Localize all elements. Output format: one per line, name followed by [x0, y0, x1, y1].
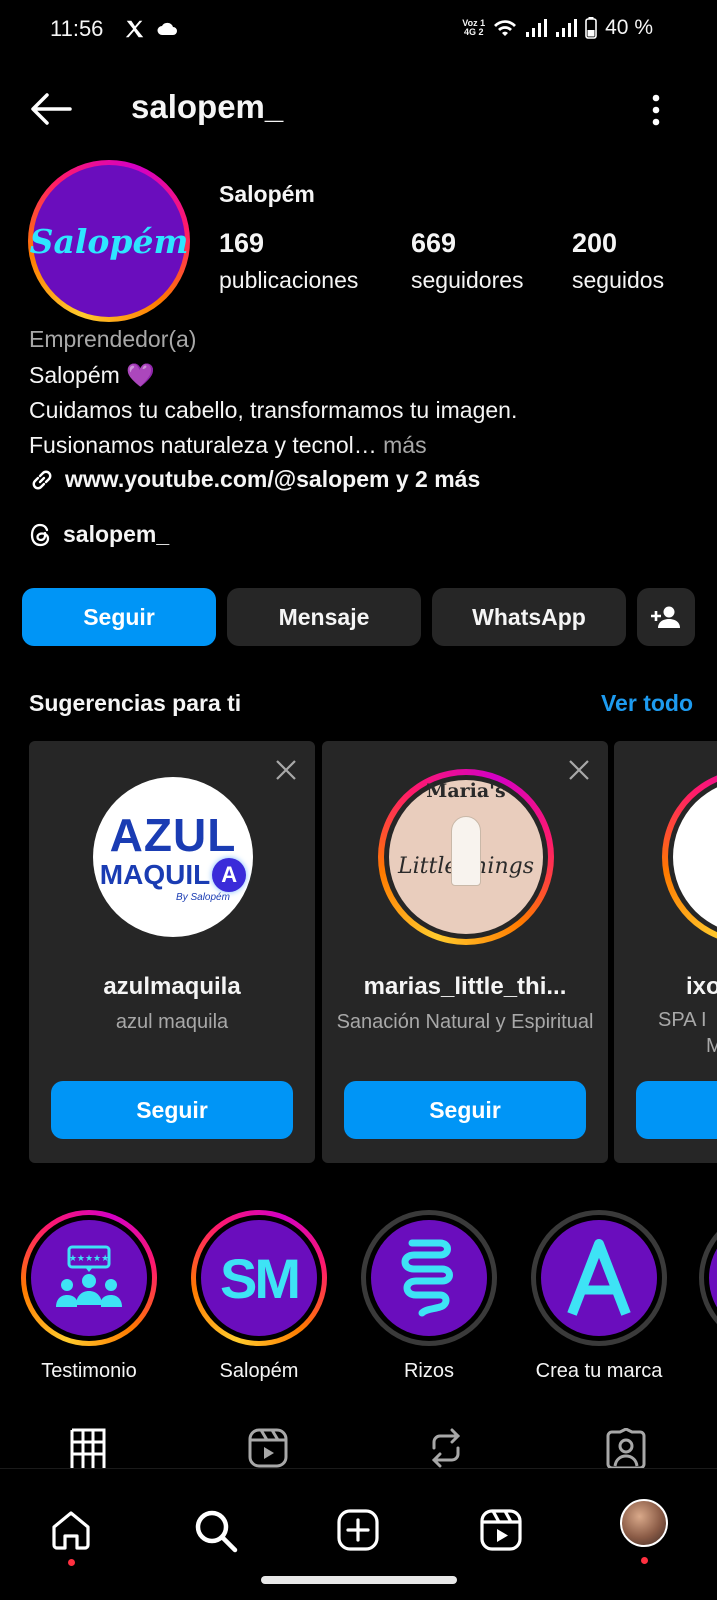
virgin-figure-icon — [451, 816, 481, 886]
page-title: salopem_ — [131, 88, 284, 125]
bio-name: Salopém 💜 — [29, 362, 155, 388]
bio-text-line1: Cuidamos tu cabello, transformamos tu im… — [29, 397, 518, 423]
signal-icon-2 — [555, 18, 578, 38]
highlight-item-partial[interactable] — [699, 1210, 717, 1346]
highlight-label: Salopém — [219, 1360, 299, 1382]
threads-username: salopem_ — [63, 521, 170, 547]
highlight-label: Testimonio — [41, 1360, 137, 1382]
follow-button[interactable]: Seguir — [22, 588, 216, 646]
wifi-icon — [493, 18, 517, 38]
home-icon — [50, 1509, 92, 1551]
suggestion-username[interactable]: marias_little_thi... — [322, 973, 608, 1001]
see-all-link[interactable]: Ver todo — [601, 690, 693, 717]
display-name: Salopém — [219, 181, 315, 207]
suggestion-subtitle-line2: M — [706, 1035, 717, 1057]
bio-text-truncated: Fusionamos naturaleza y tecnol… — [29, 432, 377, 458]
signal-icon-1 — [525, 18, 548, 38]
suggestion-avatar[interactable] — [662, 769, 717, 945]
stat-followers[interactable]: 669 seguidores — [411, 228, 524, 294]
suggestion-username[interactable]: ixo — [686, 973, 717, 1001]
suggestion-avatar[interactable]: Maria's Little things — [378, 769, 554, 945]
highlight-item[interactable]: SM Salopém — [189, 1210, 329, 1383]
profile-link[interactable]: www.youtube.com/@salopem y 2 más — [29, 466, 480, 493]
search-icon — [194, 1509, 238, 1553]
bio-more-link[interactable]: más — [377, 432, 426, 458]
notification-dot — [68, 1559, 75, 1566]
highlight-item[interactable]: Rizos — [359, 1210, 499, 1383]
avatar-logo-text: Salopém — [29, 221, 189, 261]
x-app-icon — [124, 18, 146, 40]
whatsapp-button[interactable]: WhatsApp — [432, 588, 626, 646]
profile-link-text: www.youtube.com/@salopem y 2 más — [65, 466, 481, 492]
grid-icon — [70, 1428, 106, 1468]
suggestion-subtitle: azul maquila — [115, 1011, 229, 1033]
reviews-icon: ★★★★★ — [31, 1220, 147, 1336]
battery-percent: 40 % — [605, 16, 653, 39]
repost-icon — [428, 1428, 464, 1468]
suggestions-title: Sugerencias para ti — [29, 690, 242, 716]
suggestion-card[interactable]: ixo SPA I M — [614, 741, 717, 1163]
highlight-item[interactable]: Crea tu marca — [529, 1210, 669, 1383]
volte-icon: Voz 1 4G 2 — [462, 18, 486, 37]
add-person-icon — [650, 605, 682, 629]
stat-posts[interactable]: 169 publicaciones — [219, 228, 358, 294]
threads-icon — [29, 522, 53, 548]
suggestion-follow-button[interactable]: Seguir — [51, 1081, 293, 1139]
suggestion-subtitle: Sanación Natural y Espiritual — [336, 1011, 594, 1033]
battery-icon — [585, 17, 597, 39]
highlight-label: Crea tu marca — [535, 1360, 663, 1382]
letter-a-icon — [541, 1220, 657, 1336]
tagged-person-icon — [606, 1428, 646, 1468]
status-indicators: Voz 1 4G 2 40 % — [462, 16, 653, 40]
bio-text-line2[interactable]: Fusionamos naturaleza y tecnol… más — [29, 432, 427, 459]
close-icon[interactable] — [275, 759, 297, 781]
cloud-icon — [156, 20, 178, 36]
tab-grid[interactable] — [70, 1428, 106, 1468]
more-options-icon[interactable] — [652, 94, 660, 126]
back-arrow-icon[interactable] — [30, 92, 72, 126]
suggestion-username[interactable]: azulmaquila — [29, 973, 315, 1001]
nav-reels[interactable] — [480, 1509, 522, 1551]
profile-category: Emprendedor(a) — [29, 326, 197, 352]
reels-icon — [248, 1428, 288, 1468]
suggestion-follow-button[interactable] — [636, 1081, 717, 1139]
highlight-label: Rizos — [403, 1360, 454, 1382]
status-time: 11:56 — [50, 16, 104, 41]
nav-create[interactable] — [337, 1509, 379, 1551]
nav-search[interactable] — [194, 1509, 238, 1553]
suggestion-avatar[interactable]: AZUL MAQUIL A By Salopém — [93, 777, 253, 937]
svg-text:★★★★★: ★★★★★ — [69, 1253, 109, 1263]
suggestion-card[interactable]: Maria's Little things marias_little_thi.… — [322, 741, 608, 1163]
threads-badge[interactable]: salopem_ — [29, 521, 169, 548]
tab-reposts[interactable] — [428, 1428, 464, 1468]
highlight-item[interactable]: ★★★★★ Testimonio — [19, 1210, 159, 1383]
notification-dot — [641, 1557, 648, 1564]
suggestion-follow-button[interactable]: Seguir — [344, 1081, 586, 1139]
curl-icon — [371, 1220, 487, 1336]
link-icon — [29, 467, 55, 493]
nav-profile[interactable] — [620, 1499, 668, 1564]
suggest-people-button[interactable] — [637, 588, 695, 646]
suggestion-card[interactable]: AZUL MAQUIL A By Salopém azulmaquila azul… — [29, 741, 315, 1163]
stat-following[interactable]: 200 seguidos — [572, 228, 664, 294]
profile-avatar-small — [620, 1499, 668, 1547]
profile-avatar[interactable]: Salopém — [28, 160, 190, 322]
home-indicator[interactable] — [261, 1576, 457, 1584]
close-icon[interactable] — [568, 759, 590, 781]
sm-monogram-icon: SM — [201, 1220, 317, 1336]
tab-reels[interactable] — [248, 1428, 288, 1468]
reels-icon — [480, 1509, 522, 1551]
message-button[interactable]: Mensaje — [227, 588, 421, 646]
nav-home[interactable] — [50, 1509, 92, 1566]
tab-tagged[interactable] — [606, 1428, 646, 1468]
add-post-icon — [337, 1509, 379, 1551]
suggestion-subtitle: SPA I — [658, 1009, 707, 1031]
